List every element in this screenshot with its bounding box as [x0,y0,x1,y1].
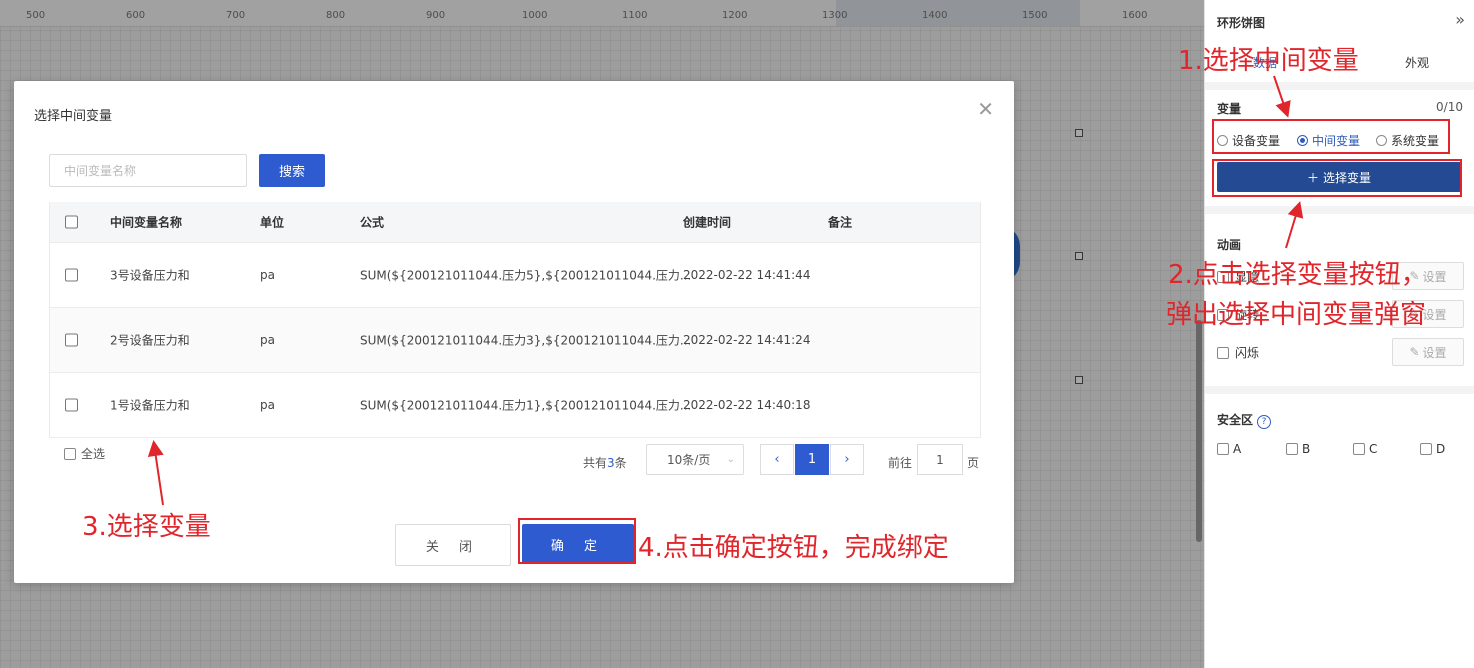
annotation-step4: 4.点击确定按钮，完成绑定 [638,533,949,563]
close-icon[interactable]: ✕ [977,97,994,121]
variable-unit: pa [260,398,275,412]
settings-label: 设置 [1422,307,1447,322]
section-divider [1205,82,1474,90]
canvas-scrollbar[interactable] [1196,320,1202,542]
chevron-down-icon: ⌄ [726,454,735,465]
safe-option-a[interactable]: A [1217,442,1241,456]
safe-option-label: C [1369,442,1378,456]
annotation-box-select-button [1212,159,1462,197]
animation-blink[interactable]: 闪烁 [1217,344,1259,361]
row-checkbox[interactable] [65,398,78,412]
safe-area-label: 安全区? [1217,411,1272,429]
variable-created: 2022-02-22 14:40:18 [683,398,811,412]
checkbox-icon[interactable] [1217,443,1229,455]
annotation-box-radio [1212,119,1450,154]
edit-icon: ✎ [1409,345,1420,359]
select-all-checkbox[interactable]: 全选 [64,445,105,462]
safe-option-label: A [1233,442,1242,456]
row-checkbox[interactable] [65,268,78,282]
annotation-step1: 1.选择中间变量 [1178,46,1359,76]
checkbox-icon[interactable] [1353,443,1365,455]
animation-name: 闪烁 [1235,346,1260,360]
column-header: 备注 [828,215,853,230]
panel-title: 环形饼图 [1217,16,1266,30]
table-row[interactable]: 1号设备压力和 pa SUM(${200121011044.压力1},${200… [50,372,980,438]
prev-page-button[interactable]: ‹ [760,444,794,475]
column-header: 中间变量名称 [110,215,183,230]
table-row[interactable]: 2号设备压力和 pa SUM(${200121011044.压力3},${200… [50,307,980,372]
safe-option-d[interactable]: D [1420,442,1445,456]
page-size-select[interactable]: 10条/页 ⌄ [646,444,744,475]
dialog-title: 选择中间变量 [34,109,113,124]
settings-label: 设置 [1422,345,1447,360]
variable-name: 2号设备压力和 [110,333,190,348]
select-all-label: 全选 [81,447,106,461]
close-button[interactable]: 关 闭 [395,524,511,566]
column-header: 公式 [360,215,385,230]
animation-label: 动画 [1217,238,1242,252]
page-size-value: 10条/页 [667,453,711,467]
safe-area-title: 安全区 [1217,413,1254,427]
property-panel: 环形饼图 » 数据 外观 变量 0/10 设备变量 中间变量 系统变量 ＋ 选择… [1204,0,1474,668]
goto-label: 前往 [888,456,913,470]
goto-page-input[interactable] [917,444,963,475]
table-header: 中间变量名称 单位 公式 创建时间 备注 [50,202,980,242]
header-checkbox[interactable] [65,215,78,229]
section-divider [1205,206,1474,214]
variable-formula: SUM(${200121011044.压力5},${200121011044.压… [360,268,692,283]
variable-formula: SUM(${200121011044.压力3},${200121011044.压… [360,333,692,348]
chevron-left-icon: ‹ [774,452,780,467]
search-button[interactable]: 搜索 [259,154,325,187]
variable-unit: pa [260,333,275,347]
safe-option-label: D [1436,442,1446,456]
variable-count: 0/10 [1436,100,1463,114]
total-count: 共有3条 [583,454,627,471]
total-suffix: 条 [614,456,627,470]
blink-settings-button[interactable]: ✎ 设置 [1392,338,1464,366]
checkbox-icon[interactable] [64,447,76,460]
variable-formula: SUM(${200121011044.压力1},${200121011044.压… [360,398,692,413]
row-checkbox[interactable] [65,333,78,347]
next-page-button[interactable]: › [830,444,864,475]
safe-option-b[interactable]: B [1286,442,1310,456]
annotation-step3: 3.选择变量 [82,512,211,542]
checkbox-icon[interactable] [1420,443,1432,455]
annotation-step2-line1: 2.点击选择变量按钮， [1168,260,1427,290]
total-number: 3 [607,456,615,470]
page-number-button[interactable]: 1 [795,444,829,475]
annotation-box-confirm [518,518,636,564]
safe-option-label: B [1302,442,1311,456]
variable-name: 1号设备压力和 [110,398,190,413]
tab-appearance[interactable]: 外观 [1405,54,1429,71]
table-row[interactable]: 3号设备压力和 pa SUM(${200121011044.压力5},${200… [50,242,980,307]
variable-name: 3号设备压力和 [110,268,190,283]
collapse-icon[interactable]: » [1455,10,1465,29]
section-divider [1205,386,1474,394]
column-header: 创建时间 [683,215,732,230]
checkbox-icon[interactable] [1217,346,1229,359]
annotation-step2-line2: 弹出选择中间变量弹窗 [1166,300,1427,330]
variable-label: 变量 [1217,102,1242,116]
variable-table: 中间变量名称 单位 公式 创建时间 备注 3号设备压力和 pa SUM(${20… [49,202,981,438]
total-prefix: 共有 [583,456,608,470]
search-input[interactable] [49,154,247,187]
variable-created: 2022-02-22 14:41:24 [683,333,811,347]
help-icon[interactable]: ? [1257,415,1272,429]
safe-option-c[interactable]: C [1353,442,1377,456]
variable-created: 2022-02-22 14:41:44 [683,268,811,282]
column-header: 单位 [260,215,285,230]
checkbox-icon[interactable] [1286,443,1298,455]
chevron-right-icon: › [844,452,850,467]
variable-unit: pa [260,268,275,282]
page-unit-label: 页 [967,456,980,470]
